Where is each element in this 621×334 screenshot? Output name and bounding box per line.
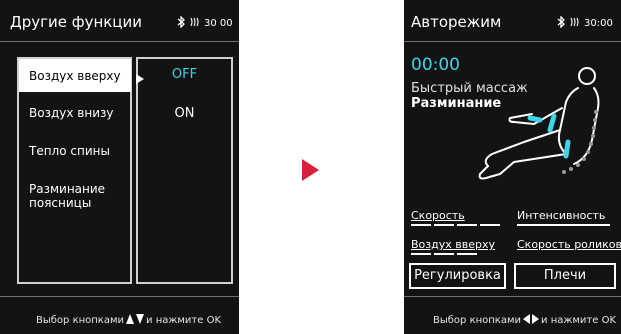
menu-item-label: Воздух вверху (29, 69, 121, 83)
roller-speed-label[interactable]: Скорость роликов (517, 238, 621, 251)
header-divider (404, 41, 621, 42)
menu-item-air-bottom[interactable]: Воздух внизу (19, 105, 131, 121)
status-bar: 30 00 (176, 15, 233, 31)
arrow-right-icon (302, 159, 319, 185)
arrow-right-small-icon (532, 314, 540, 327)
speed-segment (411, 224, 431, 226)
signal-icon (189, 16, 201, 31)
screen-title: Авторежим (411, 13, 502, 31)
intensity-bar[interactable] (517, 224, 610, 226)
status-bar: 30:00 (556, 15, 613, 31)
footer-divider (404, 296, 621, 297)
footer-prefix: Выбор кнопками (36, 315, 125, 326)
timer-display: 30:00 (584, 18, 613, 29)
footer-divider (0, 296, 239, 297)
footer-hint: Выбор кнопками и нажмите OK (36, 314, 221, 327)
menu-item-label: Тепло спины (29, 144, 110, 158)
arrow-left-icon (523, 314, 531, 327)
shoulders-button[interactable]: Плечи (514, 263, 616, 289)
speed-segment (457, 224, 477, 226)
header-divider (0, 41, 239, 42)
speed-label[interactable]: Скорость (411, 209, 465, 222)
other-functions-screen: Другие функции 30 00 Воздух вверху Возду… (0, 0, 239, 334)
intensity-label[interactable]: Интенсивность (517, 209, 605, 222)
air-top-label[interactable]: Воздух вверху (411, 238, 495, 251)
timer-display: 30 00 (204, 18, 233, 29)
speed-segment (434, 224, 454, 226)
menu-item-label: Воздух внизу (29, 106, 114, 120)
menu-item-label: Разминание поясницы (29, 182, 106, 210)
menu-item-lumbar-kneading[interactable]: Разминание поясницы (19, 181, 131, 213)
bluetooth-icon (176, 15, 186, 31)
option-off[interactable]: OFF (139, 67, 230, 82)
options-list-frame (136, 57, 233, 284)
air-segment (434, 253, 454, 255)
air-segment (457, 253, 477, 255)
massage-body-illustration (474, 62, 614, 191)
air-segment (411, 253, 431, 255)
session-timer: 00:00 (411, 55, 460, 75)
menu-item-back-heat[interactable]: Тепло спины (19, 143, 131, 159)
footer-suffix: и нажмите OK (541, 315, 616, 326)
menu-item-air-top[interactable]: Воздух вверху (19, 59, 131, 92)
footer-suffix: и нажмите OK (146, 315, 221, 326)
footer-prefix: Выбор кнопками (433, 315, 522, 326)
footer-hint: Выбор кнопками и нажмите OK (433, 314, 616, 327)
adjust-button[interactable]: Регулировка (409, 263, 506, 289)
option-on[interactable]: ON (139, 106, 230, 121)
arrow-down-icon (136, 314, 145, 327)
auto-mode-screen: Авторежим 30:00 00:00 Быстрый массаж Раз… (404, 0, 621, 334)
speed-segment (480, 224, 500, 226)
signal-icon (569, 16, 581, 31)
screen-title: Другие функции (10, 13, 143, 31)
arrow-up-icon (126, 314, 135, 327)
bluetooth-icon (556, 15, 566, 31)
